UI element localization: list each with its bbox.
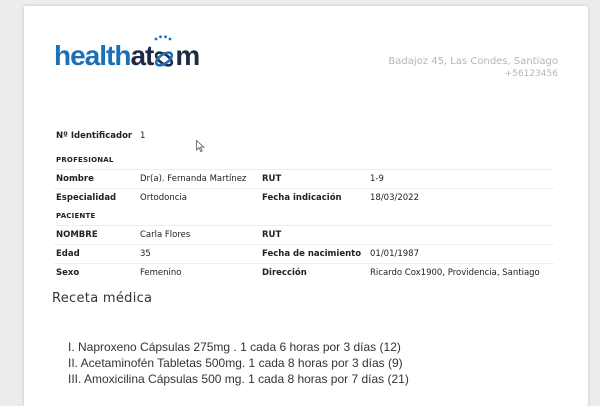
patient-info-table: Nº Identificador 1 PROFESIONAL Nombre Dr…: [54, 121, 554, 282]
medication-item: II. Acetaminofén Tabletas 500mg. 1 cada …: [68, 356, 403, 370]
prof-rut-label: RUT: [262, 174, 282, 184]
paciente-row-1: NOMBRE Carla Flores RUT: [54, 226, 554, 245]
section-paciente-title: PACIENTE: [56, 212, 96, 220]
medication-list: I. Naproxeno Cápsulas 275mg . 1 cada 6 h…: [68, 339, 409, 387]
pac-nacimiento-value: 01/01/1987: [370, 249, 419, 259]
healthatom-logo: health at m: [54, 35, 200, 71]
pac-edad-value: 35: [140, 249, 151, 259]
prescription-sheet: health at m Badajoz 45, Las Condes, Sant…: [24, 6, 588, 406]
paciente-row-3: Sexo Femenino Dirección Ricardo Cox1900,…: [54, 264, 554, 282]
medication-item: I. Naproxeno Cápsulas 275mg . 1 cada 6 h…: [68, 340, 401, 354]
identifier-row: Nº Identificador 1: [54, 121, 554, 151]
identifier-value: 1: [140, 131, 146, 141]
pac-direccion-value: Ricardo Cox1900, Providencia, Santiago: [370, 268, 540, 278]
prof-especialidad-value: Ortodoncia: [140, 193, 187, 203]
section-paciente: PACIENTE: [54, 207, 554, 226]
identifier-label: Nº Identificador: [56, 131, 133, 141]
pac-nombre-label: NOMBRE: [56, 230, 98, 240]
receta-title: Receta médica: [52, 291, 153, 306]
paciente-row-2: Edad 35 Fecha de nacimiento 01/01/1987: [54, 245, 554, 264]
prof-especialidad-label: Especialidad: [56, 193, 117, 203]
atom-icon: [153, 35, 175, 71]
address-street: Badajoz 45, Las Condes, Santiago: [388, 56, 558, 67]
logo-text-m: m: [175, 40, 200, 71]
prof-nombre-label: Nombre: [56, 174, 94, 184]
pac-sexo-value: Femenino: [140, 268, 182, 278]
logo-text-at: at: [130, 40, 154, 71]
pac-rut-label: RUT: [262, 230, 282, 240]
pac-direccion-label: Dirección: [262, 268, 307, 278]
medication-item: III. Amoxicilina Cápsulas 500 mg. 1 cada…: [68, 372, 409, 386]
pac-edad-label: Edad: [56, 249, 80, 259]
pac-sexo-label: Sexo: [56, 268, 80, 278]
section-profesional-title: PROFESIONAL: [56, 156, 114, 164]
address-phone: +56123456: [504, 69, 558, 79]
profesional-row-1: Nombre Dr(a). Fernanda Martínez RUT 1-9: [54, 170, 554, 189]
logo-text-health: health: [54, 40, 131, 71]
section-profesional: PROFESIONAL: [54, 151, 554, 170]
pac-nacimiento-label: Fecha de nacimiento: [262, 249, 362, 259]
mouse-cursor-icon: [196, 140, 205, 152]
profesional-row-2: Especialidad Ortodoncia Fecha indicación…: [54, 189, 554, 207]
prof-fecha-label: Fecha indicación: [262, 193, 342, 203]
prof-fecha-value: 18/03/2022: [370, 193, 419, 203]
prof-rut-value: 1-9: [370, 174, 384, 184]
clinic-address: Badajoz 45, Las Condes, Santiago +561234…: [388, 55, 558, 81]
pac-nombre-value: Carla Flores: [140, 230, 191, 240]
prof-nombre-value: Dr(a). Fernanda Martínez: [140, 174, 247, 184]
